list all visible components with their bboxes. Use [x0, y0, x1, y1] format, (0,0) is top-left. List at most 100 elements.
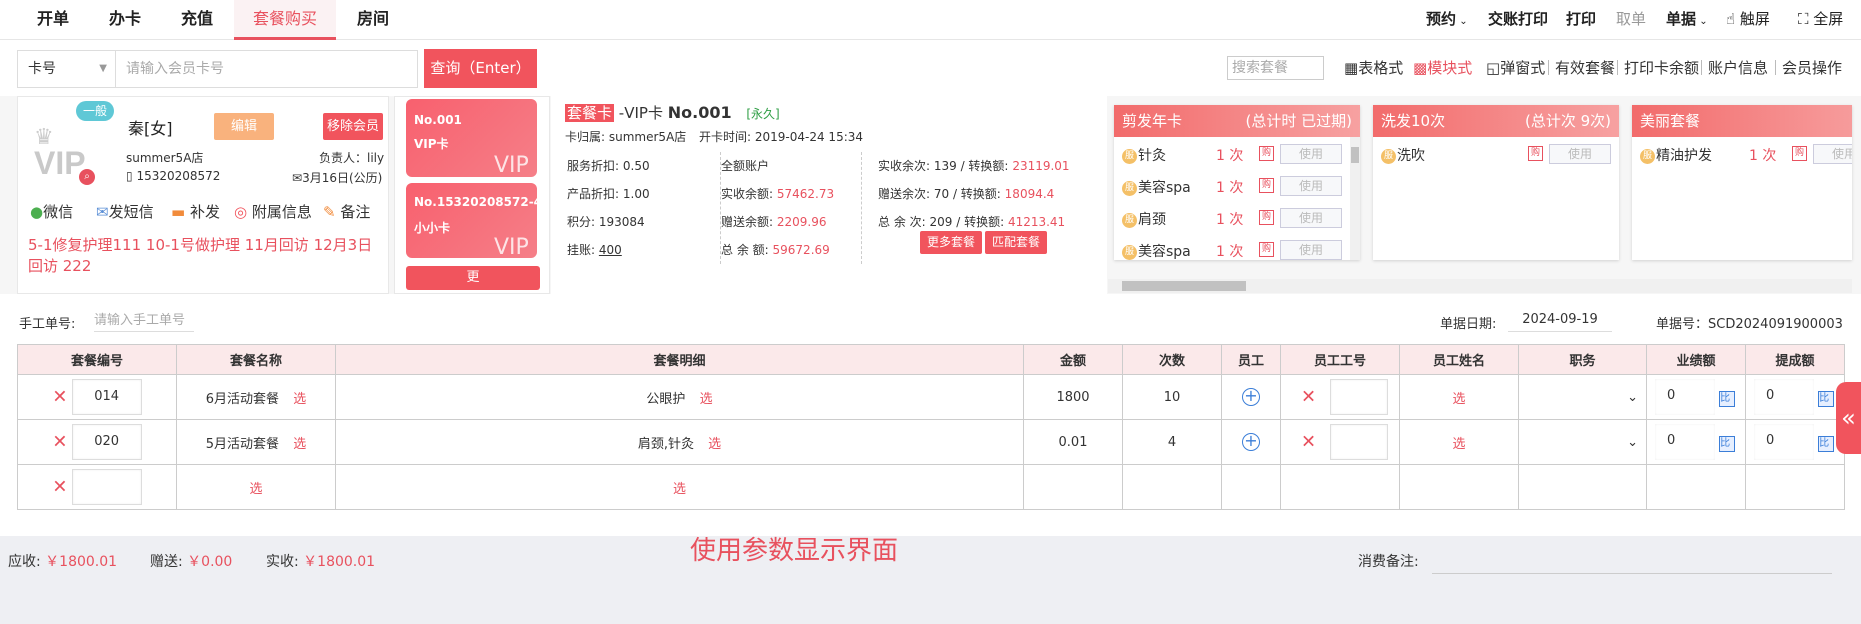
search-icon[interactable]: ⌕: [79, 169, 95, 185]
commission-input[interactable]: 0: [1754, 424, 1814, 460]
remark-action[interactable]: ✎ 备注: [323, 201, 370, 222]
performance-input[interactable]: 0: [1655, 424, 1715, 460]
match-packages-button[interactable]: 匹配套餐: [985, 231, 1047, 254]
menu-fullscreen[interactable]: ⛶ 全屏: [1798, 0, 1843, 40]
pick-package-link[interactable]: 选: [293, 437, 306, 452]
table-row: ✕ 020 5月活动套餐 选 肩颈,针灸 选 0.01 4 + ✕ 选 ⌄ 0 …: [17, 419, 1845, 465]
package-code-input[interactable]: 020: [71, 424, 142, 460]
menu-print[interactable]: 打印: [1566, 0, 1596, 40]
position-select[interactable]: ⌄: [1518, 374, 1647, 420]
pick-package-link[interactable]: 选: [249, 482, 262, 497]
delete-row-icon[interactable]: ✕: [52, 432, 67, 453]
extra-info-action[interactable]: ◎ 附属信息: [234, 201, 312, 222]
commission-input[interactable]: 0: [1754, 379, 1814, 415]
account-info-link[interactable]: 账户信息: [1708, 58, 1768, 78]
member-card-input[interactable]: 请输入会员卡号: [116, 50, 418, 88]
use-button[interactable]: 使用: [1813, 144, 1852, 164]
member-store: summer5A店: [126, 151, 204, 165]
vip-card-1[interactable]: No.001 VIP卡 VIP: [406, 99, 537, 177]
bill-no-label: 单据号：: [1656, 317, 1709, 332]
pick-detail-link[interactable]: 选: [673, 482, 686, 497]
member-birthday: ✉3月16日(公历): [292, 171, 383, 185]
buy-icon[interactable]: 购: [1528, 146, 1543, 161]
fullscreen-icon: ⛶: [1798, 10, 1809, 28]
menu-take-order[interactable]: 取单: [1616, 0, 1646, 40]
vip-card-2[interactable]: No.15320208572-4 小小卡 VIP: [406, 183, 537, 258]
times-column: 实收余次: 139 / 转换额: 23119.01 赠送余次: 70 / 转换额…: [878, 159, 1070, 229]
ratio-button[interactable]: 比: [1818, 390, 1835, 407]
view-block-option[interactable]: ▩模块式: [1413, 58, 1472, 78]
footer-summary: 应收: ￥1800.01 赠送: ￥0.00 实收: ￥1800.01 使用参数…: [0, 536, 1861, 624]
search-type-select[interactable]: 卡号 ▼: [17, 50, 116, 88]
tab-card[interactable]: 办卡: [96, 0, 154, 40]
pick-staff-link[interactable]: 选: [1452, 392, 1465, 407]
remove-member-button[interactable]: 移除会员: [323, 113, 383, 140]
add-staff-icon[interactable]: +: [1242, 388, 1260, 406]
print-card-balance-link[interactable]: 打印卡余额: [1624, 58, 1699, 78]
pick-staff-link[interactable]: 选: [1452, 437, 1465, 452]
tab-open-order[interactable]: 开单: [24, 0, 82, 40]
valid-packages-link[interactable]: 有效套餐: [1555, 58, 1615, 78]
card-tag: 套餐卡: [565, 104, 615, 122]
more-cards-button[interactable]: 更: [406, 266, 540, 290]
pick-detail-link[interactable]: 选: [708, 437, 721, 452]
use-button[interactable]: 使用: [1280, 176, 1342, 196]
menu-shift-print[interactable]: 交账打印: [1488, 0, 1548, 40]
menu-bill[interactable]: 单据 ⌄: [1666, 0, 1708, 40]
menu-appointment[interactable]: 预约 ⌄: [1426, 0, 1468, 40]
pick-package-link[interactable]: 选: [293, 392, 306, 407]
sms-action[interactable]: ✉发短信: [96, 201, 154, 222]
clear-staff-icon[interactable]: ✕: [1301, 432, 1316, 453]
performance-input[interactable]: 0: [1655, 379, 1715, 415]
tab-package-purchase[interactable]: 套餐购买: [234, 0, 336, 40]
service-icon: 服: [1122, 244, 1137, 260]
edit-button[interactable]: 编辑: [214, 113, 274, 140]
tab-room[interactable]: 房间: [344, 0, 402, 40]
use-button[interactable]: 使用: [1280, 240, 1342, 260]
phone-icon: ▯: [126, 169, 133, 183]
staff-no-input[interactable]: [1330, 424, 1389, 460]
wechat-action[interactable]: ●微信: [30, 201, 73, 222]
ratio-button[interactable]: 比: [1719, 435, 1736, 452]
add-staff-icon[interactable]: +: [1242, 433, 1260, 451]
buy-icon[interactable]: 购: [1259, 242, 1274, 257]
block-icon: ▩: [1413, 59, 1428, 77]
buy-icon[interactable]: 购: [1792, 146, 1807, 161]
clear-staff-icon[interactable]: ✕: [1301, 387, 1316, 408]
collapse-panel-button[interactable]: «: [1836, 382, 1861, 454]
delete-row-icon[interactable]: ✕: [52, 477, 67, 498]
ratio-button[interactable]: 比: [1719, 390, 1736, 407]
service-icon: 服: [1122, 212, 1137, 228]
package-scrollbar[interactable]: [1350, 137, 1360, 260]
manual-no-input[interactable]: 请输入手工单号: [94, 310, 194, 332]
view-table-option[interactable]: ▦表格式: [1344, 58, 1403, 78]
package-search-input[interactable]: 搜索套餐: [1227, 56, 1324, 80]
package-code-input[interactable]: [71, 469, 142, 505]
horizontal-scrollbar[interactable]: [1108, 279, 1852, 293]
buy-icon[interactable]: 购: [1259, 178, 1274, 193]
staff-no-input[interactable]: [1330, 379, 1389, 415]
package-code-input[interactable]: 014: [71, 379, 142, 415]
position-select[interactable]: ⌄: [1518, 419, 1647, 465]
menu-touchscreen[interactable]: ☝ 触屏: [1726, 0, 1770, 40]
buy-icon[interactable]: 购: [1259, 146, 1274, 161]
bill-date-input[interactable]: 2024-09-19: [1508, 308, 1612, 332]
more-packages-button[interactable]: 更多套餐: [920, 231, 982, 254]
use-button[interactable]: 使用: [1280, 208, 1342, 228]
owner-label: 负责人：lily: [319, 151, 385, 165]
vip-avatar: ♛ VIP ⌕: [28, 111, 98, 185]
reissue-action[interactable]: ▬ 补发: [171, 201, 220, 222]
package-item: 服精油护发 1 次购使用: [1632, 137, 1852, 169]
use-button[interactable]: 使用: [1549, 144, 1611, 164]
tab-recharge[interactable]: 充值: [168, 0, 226, 40]
buy-icon[interactable]: 购: [1259, 210, 1274, 225]
delete-row-icon[interactable]: ✕: [52, 387, 67, 408]
ratio-button[interactable]: 比: [1818, 435, 1835, 452]
view-popup-option[interactable]: ◱弹窗式: [1486, 58, 1545, 78]
sms-icon: ✉: [96, 203, 109, 221]
use-button[interactable]: 使用: [1280, 144, 1342, 164]
pick-detail-link[interactable]: 选: [700, 392, 713, 407]
remark-input[interactable]: [1432, 546, 1832, 574]
member-ops-link[interactable]: 会员操作: [1782, 58, 1842, 78]
query-button[interactable]: 查询（Enter）: [424, 49, 537, 88]
